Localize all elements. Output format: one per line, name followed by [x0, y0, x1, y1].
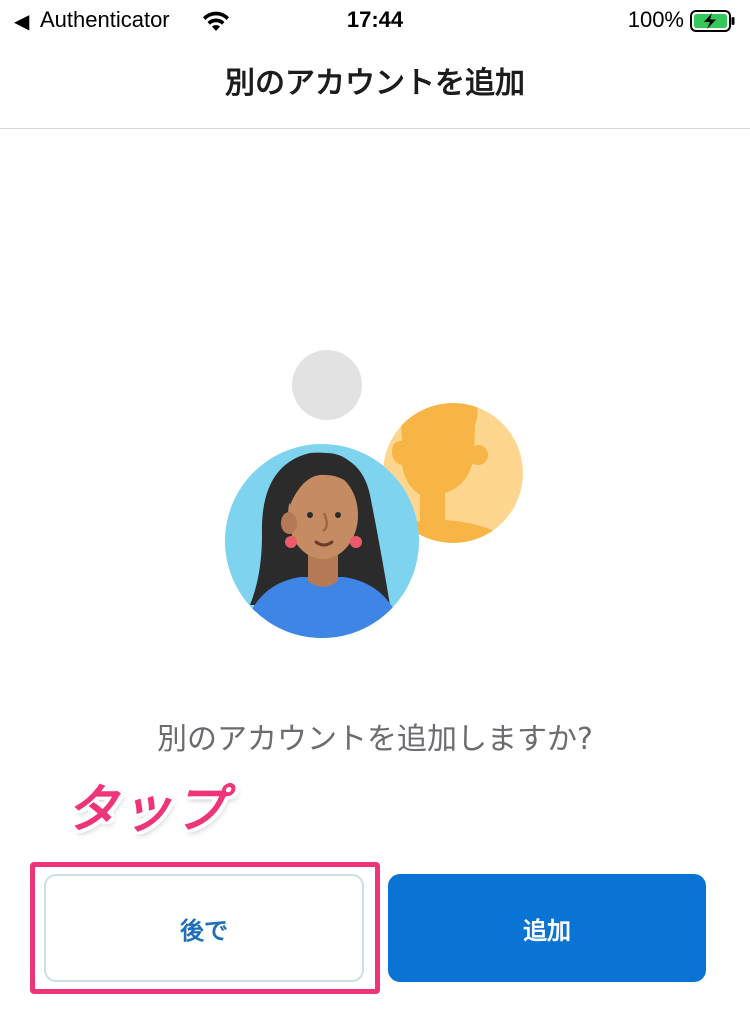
tap-annotation-label: タップ — [66, 780, 229, 840]
battery-percent: 100% — [627, 7, 684, 32]
status-bar: ◀ Authenticator 17:44 100% — [0, 0, 750, 44]
placeholder-account-circle — [292, 350, 362, 420]
add-account-question: 別のアカウントを追加しますか? — [157, 722, 593, 757]
page-title: 別のアカウントを追加 — [225, 66, 525, 101]
primary-account-avatar — [225, 444, 419, 638]
add-button[interactable]: 追加 — [388, 874, 706, 982]
later-button-label: 後で — [180, 916, 228, 945]
battery-charging-icon — [690, 10, 735, 32]
accounts-illustration — [225, 350, 523, 638]
navigation-bar: 別のアカウントを追加 — [0, 44, 750, 129]
add-button-label: 追加 — [523, 916, 571, 945]
later-button[interactable]: 後で — [44, 874, 364, 982]
